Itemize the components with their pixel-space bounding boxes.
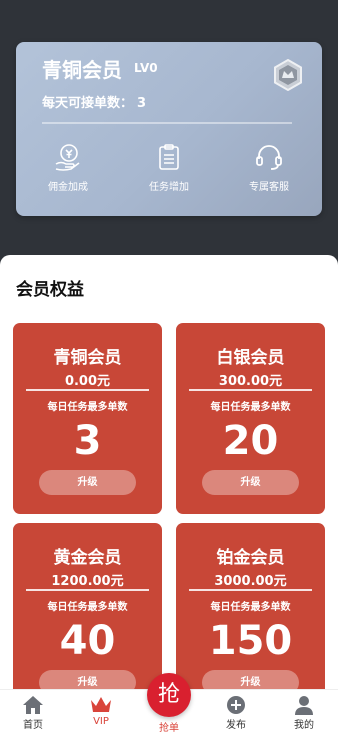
daily-orders-label: 每天可接单数： — [42, 96, 134, 111]
user-icon — [295, 696, 313, 715]
upgrade-button[interactable]: 升级 — [202, 470, 299, 495]
tier-name: 铂金会员 — [216, 548, 285, 568]
tier-card-platinum: 铂金会员 3000.00元 每日任务最多单数 150 升级 — [176, 523, 325, 714]
tier-card-gold: 黄金会员 1200.00元 每日任务最多单数 40 升级 — [13, 523, 162, 714]
feature-label: 佣金加成 — [48, 182, 88, 193]
tier-cap-label: 每日任务最多单数 — [47, 602, 128, 613]
level-badge-icon — [274, 59, 302, 91]
tier-name: 青铜会员 — [53, 348, 122, 368]
tab-label: 首页 — [23, 720, 43, 731]
plus-circle-icon — [227, 696, 245, 714]
home-icon — [23, 696, 43, 714]
headset-icon — [256, 145, 282, 170]
feature-support[interactable]: 专属客服 — [229, 142, 309, 193]
grab-order-button[interactable]: 抢 — [147, 673, 191, 717]
crown-icon — [91, 697, 111, 712]
member-card: 青铜会员 LV0 每天可接单数： 3 佣金加成 任务增加 专属客服 — [16, 42, 322, 216]
tier-name: 白银会员 — [216, 348, 285, 368]
coin-hand-icon — [55, 144, 80, 171]
feature-commission[interactable]: 佣金加成 — [28, 142, 108, 193]
feature-label: 任务增加 — [149, 182, 189, 193]
tier-price: 1200.00元 — [51, 574, 124, 589]
member-title: 青铜会员 — [42, 58, 122, 82]
daily-orders-value: 3 — [137, 96, 147, 111]
tier-divider — [26, 589, 149, 591]
tier-divider — [189, 589, 312, 591]
tab-label: VIP — [93, 716, 109, 727]
tier-count: 3 — [73, 418, 102, 464]
tier-price: 300.00元 — [218, 374, 283, 389]
tier-count: 150 — [208, 618, 293, 664]
grab-order-label: 抢单 — [159, 723, 179, 733]
tier-price: 0.00元 — [64, 374, 111, 389]
tier-count: 40 — [59, 618, 116, 664]
feature-tasks[interactable]: 任务增加 — [129, 142, 209, 193]
benefits-title: 会员权益 — [16, 280, 84, 300]
feature-label: 专属客服 — [249, 182, 289, 193]
tier-count: 20 — [222, 418, 279, 464]
tab-home[interactable]: 首页 — [3, 690, 63, 733]
daily-orders: 每天可接单数： 3 — [42, 92, 146, 111]
tier-cap-label: 每日任务最多单数 — [210, 402, 291, 413]
upgrade-button[interactable]: 升级 — [39, 470, 136, 495]
tier-cap-label: 每日任务最多单数 — [47, 402, 128, 413]
tier-divider — [26, 389, 149, 391]
tier-cap-label: 每日任务最多单数 — [210, 602, 291, 613]
tab-publish[interactable]: 发布 — [206, 690, 266, 733]
tier-name: 黄金会员 — [53, 548, 122, 568]
tab-mine[interactable]: 我的 — [274, 690, 334, 733]
card-divider — [42, 122, 292, 124]
benefits-sheet: 会员权益 青铜会员 0.00元 每日任务最多单数 3 升级 白银会员 300.0… — [0, 255, 338, 733]
tier-card-silver: 白银会员 300.00元 每日任务最多单数 20 升级 — [176, 323, 325, 514]
tier-price: 3000.00元 — [214, 574, 287, 589]
tab-label: 发布 — [226, 720, 246, 731]
tier-divider — [189, 389, 312, 391]
clipboard-icon — [159, 144, 179, 170]
tab-label: 我的 — [294, 720, 314, 731]
tier-card-bronze: 青铜会员 0.00元 每日任务最多单数 3 升级 — [13, 323, 162, 514]
tab-vip[interactable]: VIP — [71, 690, 131, 733]
member-level: LV0 — [134, 61, 158, 75]
